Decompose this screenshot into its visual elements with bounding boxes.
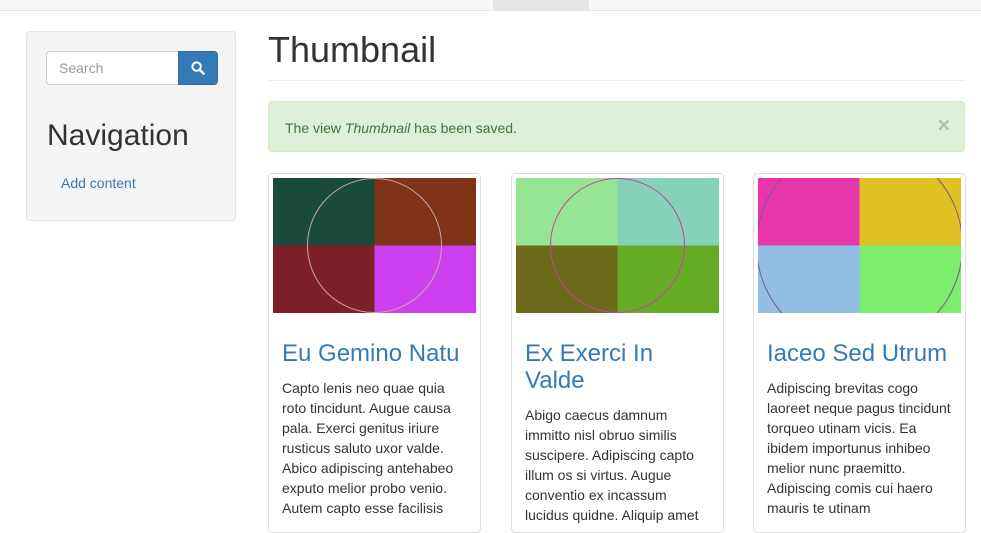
search-button[interactable] (178, 51, 218, 85)
card-text: Capto lenis neo quae quia roto tincidunt… (282, 380, 454, 516)
thumbnail-card: Ex Exerci In Valde Abigo caecus damnum i… (511, 173, 724, 533)
card-title[interactable]: Eu Gemino Natu (282, 340, 472, 367)
alert-prefix: The view (285, 120, 345, 136)
title-divider (268, 80, 965, 81)
card-text: Abigo caecus damnum immitto nisl obruo s… (525, 407, 699, 523)
alert-suffix: has been saved. (410, 120, 517, 136)
sidebar: Navigation Add content (26, 31, 236, 221)
search-input[interactable] (46, 51, 179, 85)
top-navbar (0, 0, 981, 11)
search-form (46, 51, 218, 85)
card-title[interactable]: Ex Exerci In Valde (525, 340, 715, 394)
navbar-active-tab[interactable] (493, 0, 589, 10)
thumbnail-image[interactable] (516, 178, 719, 313)
thumbnail-card: Eu Gemino Natu Capto lenis neo quae quia… (268, 173, 481, 533)
card-text: Adipiscing brevitas cogo laoreet neque p… (767, 380, 951, 516)
thumbnail-image[interactable] (273, 178, 476, 313)
navigation-heading: Navigation (47, 119, 189, 152)
alert-message: The view Thumbnail has been saved. (285, 119, 517, 137)
add-content-link[interactable]: Add content (61, 175, 136, 191)
thumbnail-card: Iaceo Sed Utrum Adipiscing brevitas cogo… (753, 173, 966, 533)
page-title: Thumbnail (268, 29, 437, 70)
alert-view-name: Thumbnail (344, 120, 411, 136)
card-title[interactable]: Iaceo Sed Utrum (767, 340, 957, 367)
thumbnail-image[interactable] (758, 178, 961, 313)
close-icon[interactable]: × (938, 115, 950, 136)
status-alert: The view Thumbnail has been saved. × (268, 101, 965, 152)
search-icon (191, 61, 205, 75)
